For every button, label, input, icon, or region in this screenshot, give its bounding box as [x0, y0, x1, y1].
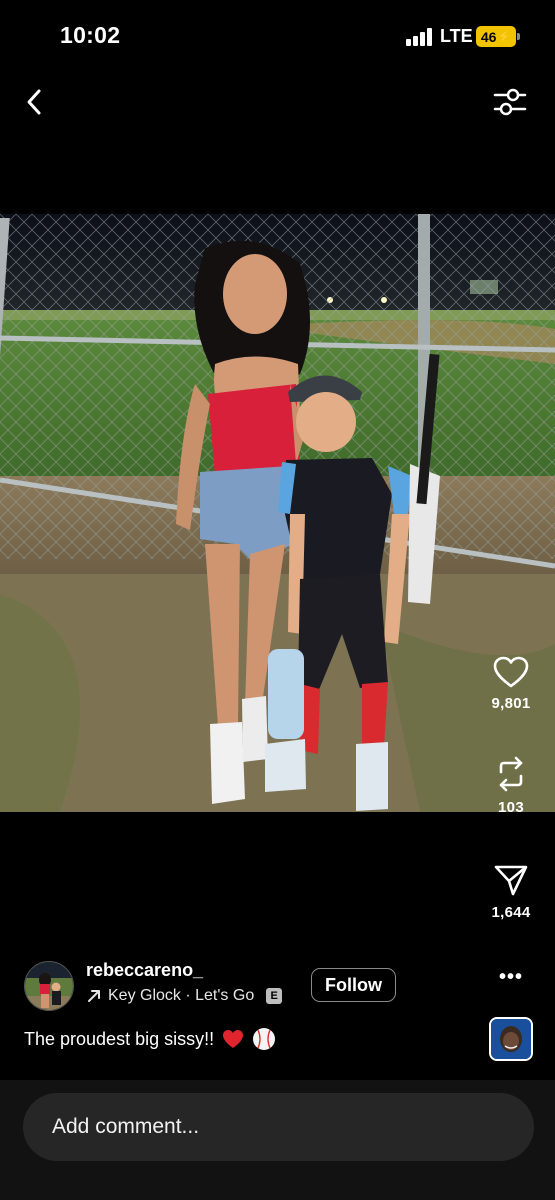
back-button[interactable] — [18, 86, 50, 118]
like-count: 9,801 — [491, 695, 531, 712]
network-type: LTE — [440, 26, 473, 46]
post-caption: The proudest big sissy!! — [24, 1027, 276, 1051]
comment-bar — [0, 1080, 555, 1200]
battery-level: 46 — [480, 28, 497, 45]
send-icon — [494, 865, 528, 896]
baseball-emoji-icon — [253, 1028, 276, 1050]
status-time: 10:02 — [60, 22, 121, 48]
red-heart-emoji-icon — [223, 1030, 244, 1048]
audio-thumbnail-image — [491, 1019, 531, 1059]
charging-bolt-icon: ⚡ — [497, 31, 512, 43]
sliders-icon — [493, 88, 527, 116]
chevron-left-icon — [27, 89, 41, 115]
audio-thumbnail[interactable] — [489, 1017, 533, 1061]
follow-button[interactable]: Follow — [311, 968, 396, 1002]
caption-text: The proudest big sissy!! — [24, 1028, 215, 1049]
filter-button[interactable] — [490, 84, 530, 120]
like-action[interactable]: 9,801 — [482, 655, 540, 712]
cellular-signal-icon — [406, 28, 434, 46]
battery-icon: 46 ⚡ — [476, 26, 520, 47]
share-action[interactable]: 1,644 — [482, 862, 540, 921]
more-options-button[interactable]: ••• — [497, 966, 525, 988]
explicit-badge: E — [266, 988, 283, 1004]
repost-count: 103 — [498, 799, 524, 816]
avatar-image — [25, 962, 73, 1010]
arrow-up-right-icon — [88, 990, 100, 1002]
author-username[interactable]: rebeccareno_ — [86, 960, 203, 981]
share-count: 1,644 — [491, 904, 531, 921]
music-attribution[interactable]: Key Glock · Let's Go E — [86, 987, 283, 1005]
comment-input[interactable] — [23, 1093, 534, 1161]
avatar[interactable] — [24, 961, 74, 1011]
repost-icon — [499, 756, 523, 792]
more-icon: ••• — [498, 966, 523, 988]
post-photo[interactable] — [0, 214, 555, 812]
repost-action[interactable]: 103 — [482, 755, 540, 816]
music-title: Key Glock · Let's Go — [108, 987, 255, 1004]
post-image — [0, 214, 555, 812]
heart-icon — [493, 656, 529, 688]
status-bar: 10:02 LTE 46 ⚡ — [0, 0, 555, 76]
